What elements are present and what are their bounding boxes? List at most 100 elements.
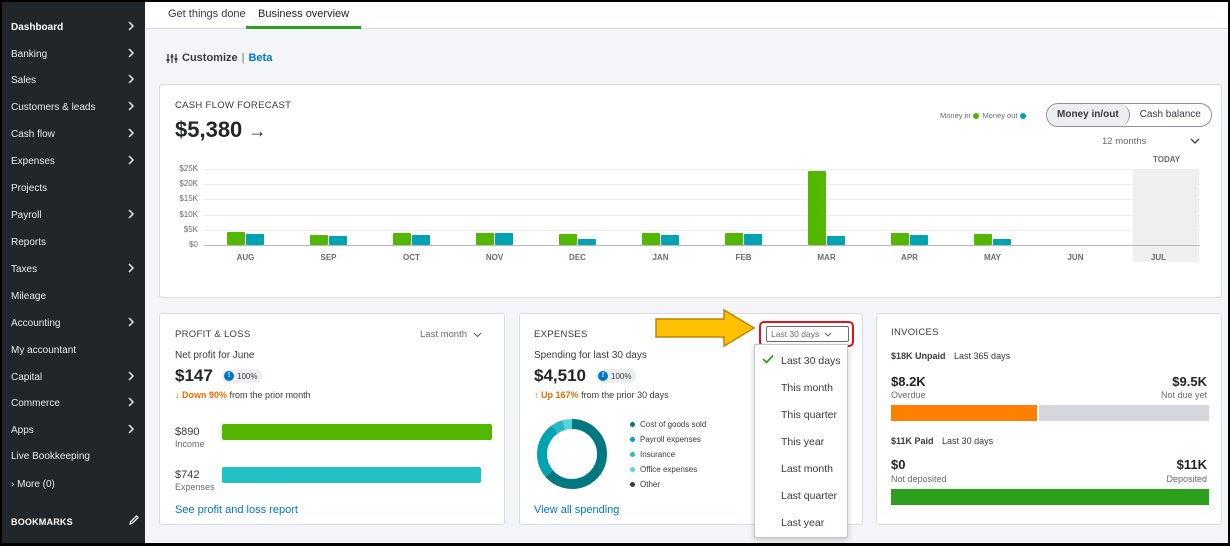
sidebar-item-commerce[interactable]: Commerce <box>2 390 145 416</box>
sidebar-item-mileage[interactable]: Mileage <box>2 283 145 309</box>
expenses-label: Expenses <box>175 482 215 492</box>
beta-link[interactable]: Beta <box>248 52 272 64</box>
sidebar-item-expenses[interactable]: Expenses <box>2 148 145 174</box>
sidebar-item-projects[interactable]: Projects <box>2 175 145 201</box>
menu-item-last-month[interactable]: Last month <box>755 463 847 475</box>
bar-money-in-sep[interactable] <box>309 235 328 245</box>
menu-item-last-quarter[interactable]: Last quarter <box>755 490 847 502</box>
bar-money-in-dec[interactable] <box>558 234 577 245</box>
x-tick-label: MAY <box>983 253 1002 262</box>
percent-badge: ! 100% <box>596 369 637 383</box>
bar-money-out-feb[interactable] <box>743 234 762 245</box>
paid-label: $11K Paid <box>891 436 934 446</box>
expenses-amount: $4,510 <box>534 366 586 385</box>
tab-business-overview[interactable]: Business overview <box>246 8 362 29</box>
bar-money-in-aug[interactable] <box>226 232 245 245</box>
bar-money-out-nov[interactable] <box>494 232 513 245</box>
percent-badge-label: 100% <box>611 371 632 381</box>
sidebar-item-banking[interactable]: Banking <box>2 41 145 67</box>
menu-item-this-month[interactable]: This month <box>755 382 847 394</box>
legend-dot-icon <box>630 482 635 487</box>
sidebar-item-customers-leads[interactable]: Customers & leads <box>2 94 145 120</box>
chevron-down-icon <box>824 332 832 337</box>
bar-money-out-apr[interactable] <box>909 234 928 245</box>
chevron-right-icon <box>127 262 139 276</box>
sidebar-item-capital[interactable]: Capital <box>2 364 145 390</box>
income-bar[interactable] <box>222 424 492 440</box>
pencil-icon[interactable] <box>128 514 140 526</box>
legend-dot-icon <box>630 422 635 427</box>
arrow-down-icon: ↓ <box>175 390 180 400</box>
menu-item-last-30-days[interactable]: Last 30 days <box>755 354 847 367</box>
chevron-right-icon <box>127 154 139 168</box>
sidebar-item-dashboard[interactable]: Dashboard <box>2 14 145 40</box>
expenses-period-select[interactable]: Last 30 days <box>766 326 849 342</box>
bar-money-out-aug[interactable] <box>245 234 264 245</box>
bookmarks-label: BOOKMARKS <box>11 517 73 527</box>
deposited-bar[interactable] <box>891 489 1209 505</box>
sidebar-item-sales[interactable]: Sales <box>2 67 145 93</box>
bar-money-out-oct[interactable] <box>411 234 430 245</box>
x-tick-label: AUG <box>236 253 255 262</box>
bar-money-out-sep[interactable] <box>328 236 347 245</box>
bar-money-in-apr[interactable] <box>890 232 909 245</box>
sidebar-item-label: Projects <box>11 182 48 194</box>
view-all-spending-link[interactable]: View all spending <box>534 504 619 516</box>
bar-money-in-oct[interactable] <box>392 232 411 245</box>
tab-get-things-done[interactable]: Get things done <box>168 8 246 29</box>
profit-loss-report-link[interactable]: See profit and loss report <box>175 504 298 516</box>
x-tick-label: OCT <box>403 253 420 262</box>
profit-loss-period-select[interactable]: Last month <box>420 329 482 340</box>
y-tick-label: $20K <box>179 179 198 189</box>
x-tick-label: FEB <box>735 253 752 262</box>
customize-separator: | <box>241 52 245 64</box>
paid-period: Last 30 days <box>942 436 994 446</box>
income-amount: $890 <box>175 426 200 438</box>
menu-item-label: This quarter <box>781 409 838 421</box>
x-tick-label: SEP <box>320 253 337 262</box>
chevron-down-icon <box>473 332 482 337</box>
menu-item-this-quarter[interactable]: This quarter <box>755 409 847 421</box>
menu-item-label: Last quarter <box>781 490 838 502</box>
bar-money-in-mar[interactable] <box>807 170 826 245</box>
bar-money-out-may[interactable] <box>992 238 1011 245</box>
legend-dot-icon <box>630 452 635 457</box>
overdue-bar[interactable] <box>891 405 1037 421</box>
sidebar-item-label: Banking <box>11 48 48 60</box>
not-deposited-label: Not deposited <box>891 474 947 484</box>
legend-item: Insurance <box>630 450 675 459</box>
sidebar-item-cash-flow[interactable]: Cash flow <box>2 121 145 147</box>
sidebar-item-my-accountant[interactable]: My accountant <box>2 337 145 363</box>
expenses-donut-chart[interactable] <box>534 416 610 492</box>
delta-value: Up 167% <box>541 390 579 400</box>
bar-money-out-dec[interactable] <box>577 238 596 245</box>
bar-money-out-mar[interactable] <box>826 236 845 245</box>
customize-button[interactable]: Customize | Beta <box>166 52 272 64</box>
bar-money-in-may[interactable] <box>973 234 992 245</box>
x-tick-label: JUL <box>1150 253 1167 262</box>
delta-text: from the prior month <box>229 390 311 400</box>
unpaid-summary: $18K Unpaid Last 365 days <box>891 351 1010 361</box>
sidebar-item-more-0[interactable]: › More (0) <box>2 471 145 497</box>
bar-money-out-jan[interactable] <box>660 234 679 245</box>
sidebar-item-reports[interactable]: Reports <box>2 229 145 255</box>
menu-item-this-year[interactable]: This year <box>755 436 847 448</box>
menu-item-last-year[interactable]: Last year <box>755 517 847 529</box>
sidebar-item-payroll[interactable]: Payroll <box>2 202 145 228</box>
sidebar-item-live-bookkeeping[interactable]: Live Bookkeeping <box>2 443 145 469</box>
y-tick-label: $0 <box>189 240 198 249</box>
not-due-bar[interactable] <box>1039 405 1209 421</box>
unpaid-label: $18K Unpaid <box>891 351 946 361</box>
chevron-right-icon <box>127 316 139 330</box>
sidebar-item-apps[interactable]: Apps <box>2 417 145 443</box>
y-tick-label: $5K <box>183 224 198 234</box>
sidebar-item-accounting[interactable]: Accounting <box>2 310 145 336</box>
arrow-up-icon: ↑ <box>534 390 539 400</box>
y-tick-label: $15K <box>179 194 198 204</box>
sidebar-item-taxes[interactable]: Taxes <box>2 256 145 282</box>
bar-money-in-jan[interactable] <box>641 233 660 245</box>
bar-money-in-feb[interactable] <box>724 232 743 245</box>
bar-money-in-nov[interactable] <box>475 233 494 245</box>
expenses-bar[interactable] <box>222 467 482 483</box>
overdue-label: Overdue <box>891 390 926 400</box>
